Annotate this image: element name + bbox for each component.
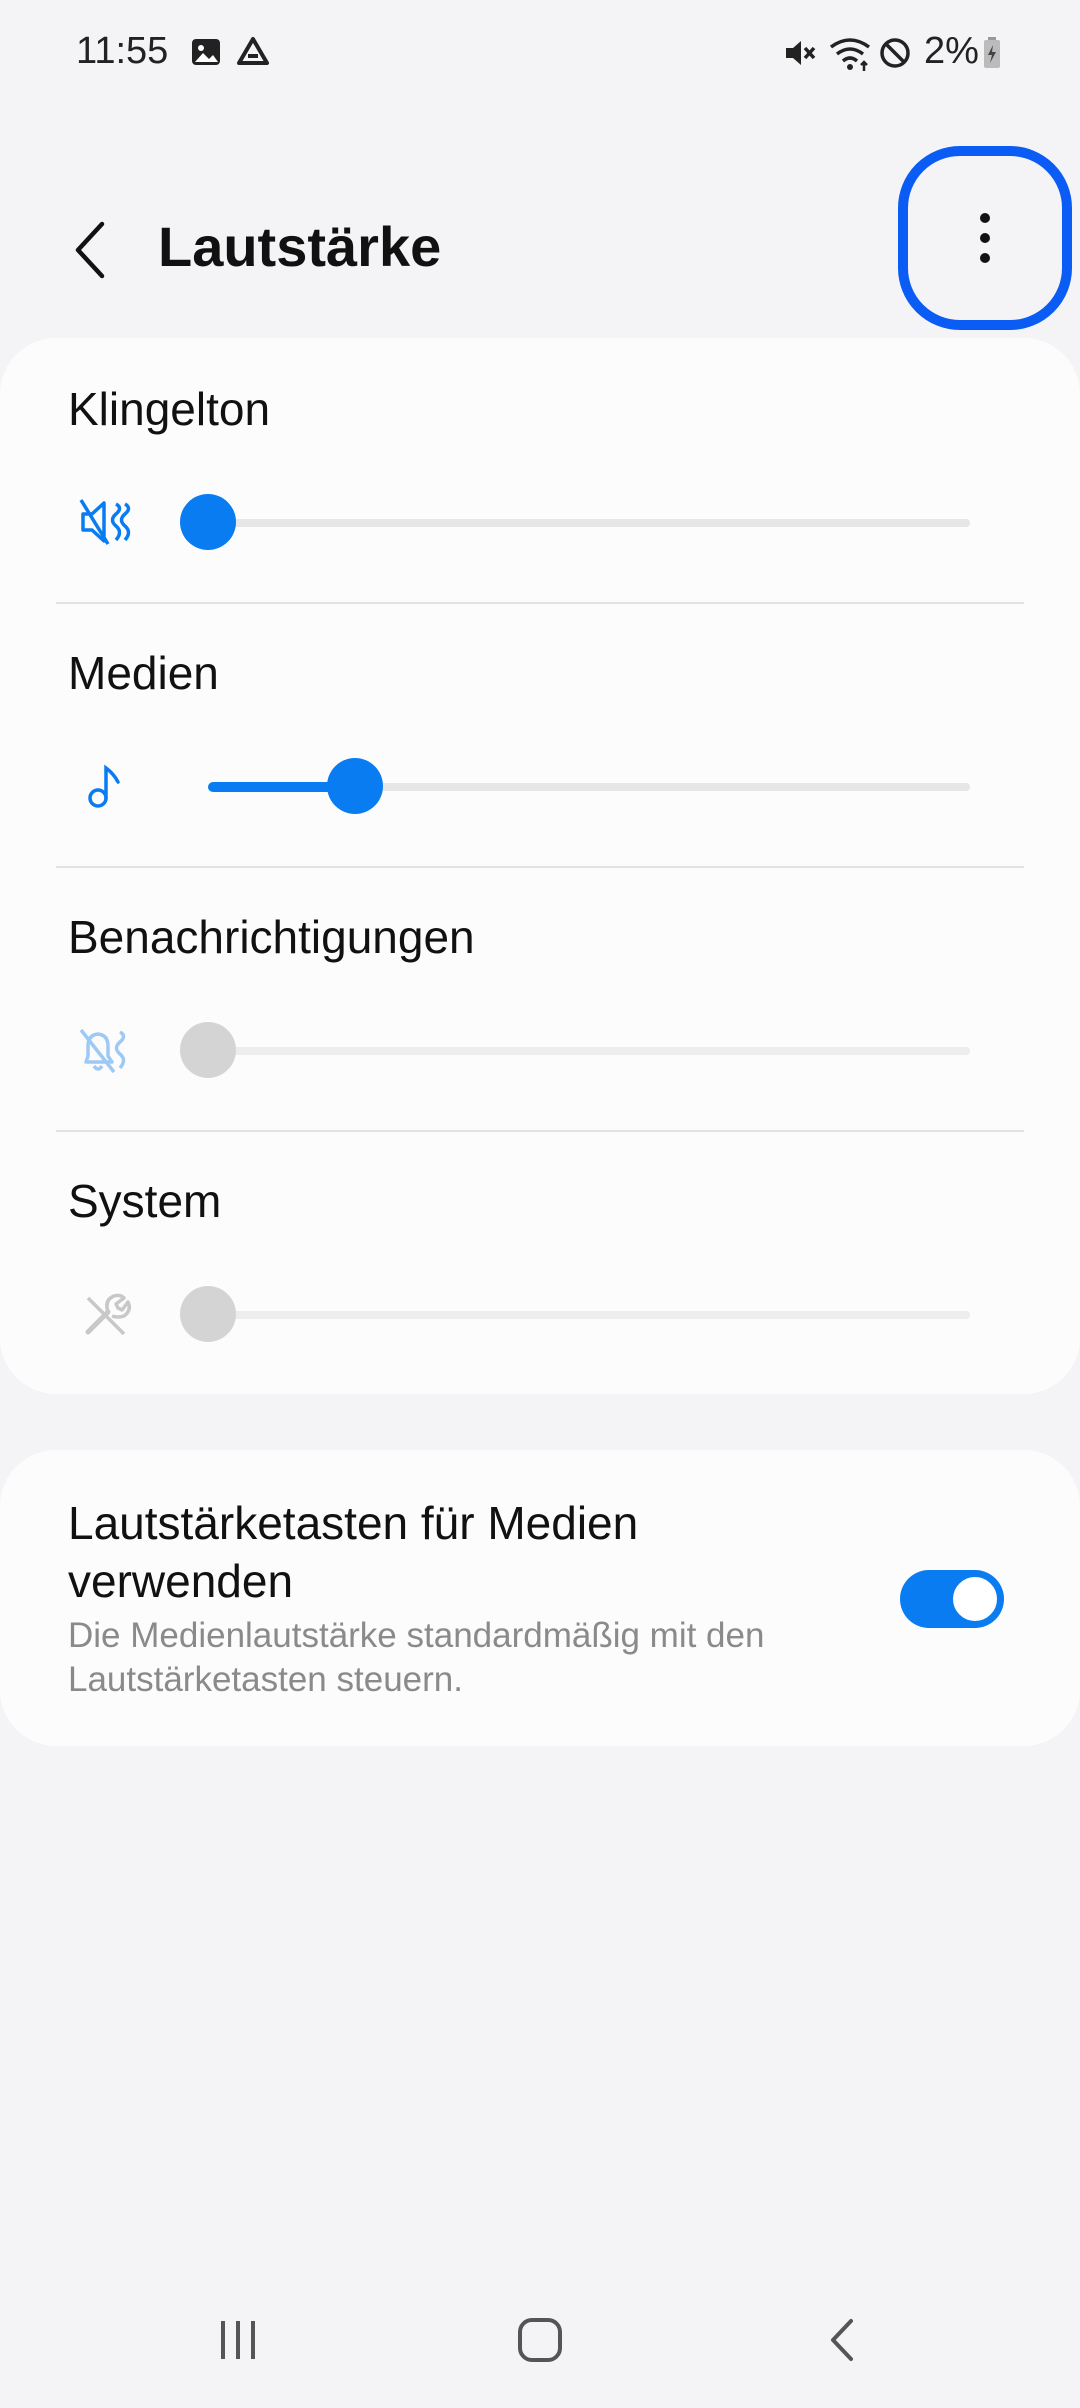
media-keys-title: Lautstärketasten für Medien verwenden [68,1497,639,1607]
slider-track [208,1311,970,1319]
volume-row-ringtone: Klingelton [0,338,1080,602]
slider-thumb[interactable] [180,1286,236,1342]
drive-icon [236,36,270,73]
app-header: Lautstärke [0,146,1080,330]
tools-muted-icon[interactable] [78,1286,134,1342]
mute-icon [782,36,818,75]
volume-label: System [68,1175,222,1227]
media-keys-card[interactable]: Lautstärketasten für Medien verwenden Di… [0,1450,1080,1746]
nav-back-button[interactable] [802,2310,882,2370]
music-note-icon[interactable] [78,758,134,814]
page-title: Lautstärke [158,215,442,278]
navigation-bar [0,2290,1080,2390]
battery-percent: 2% [924,30,979,72]
status-bar: 11:55 2% [0,0,1080,110]
home-icon [518,2318,562,2362]
media-keys-description: Die Medienlautstärke standardmäßig mit d… [68,1616,765,1699]
volume-card: Klingelton Medien Benachrichtigungen Sys… [0,338,1080,1394]
status-time: 11:55 [76,30,169,72]
volume-label: Klingelton [68,383,271,435]
wifi-icon [828,36,872,77]
slider-thumb[interactable] [180,1022,236,1078]
chevron-left-icon [75,221,105,279]
media-volume-slider[interactable] [180,756,970,816]
media-keys-toggle[interactable] [900,1570,1004,1628]
volume-row-system: System [0,1130,1080,1394]
volume-label: Benachrichtigungen [68,911,475,963]
volume-row-media: Medien [0,602,1080,866]
ringtone-muted-icon[interactable] [78,494,134,550]
more-options-button[interactable] [898,146,1072,330]
system-volume-slider[interactable] [180,1284,970,1344]
notification-muted-icon[interactable] [78,1022,134,1078]
slider-thumb[interactable] [326,758,383,814]
do-not-disturb-icon [878,36,912,75]
recent-apps-button[interactable] [198,2310,278,2370]
volume-label: Medien [68,647,219,699]
recent-apps-icon [221,2321,255,2359]
battery-charging-icon [982,36,1002,75]
back-icon [831,2319,853,2361]
home-button[interactable] [500,2310,580,2370]
more-vert-icon [980,213,990,263]
image-icon [190,36,222,73]
slider-track [208,519,970,527]
ringtone-volume-slider[interactable] [180,492,970,552]
back-button[interactable] [60,210,120,290]
slider-track [208,1047,970,1055]
toggle-knob [950,1574,1000,1624]
volume-row-notifications: Benachrichtigungen [0,866,1080,1130]
slider-thumb[interactable] [180,494,236,550]
notifications-volume-slider[interactable] [180,1020,970,1080]
